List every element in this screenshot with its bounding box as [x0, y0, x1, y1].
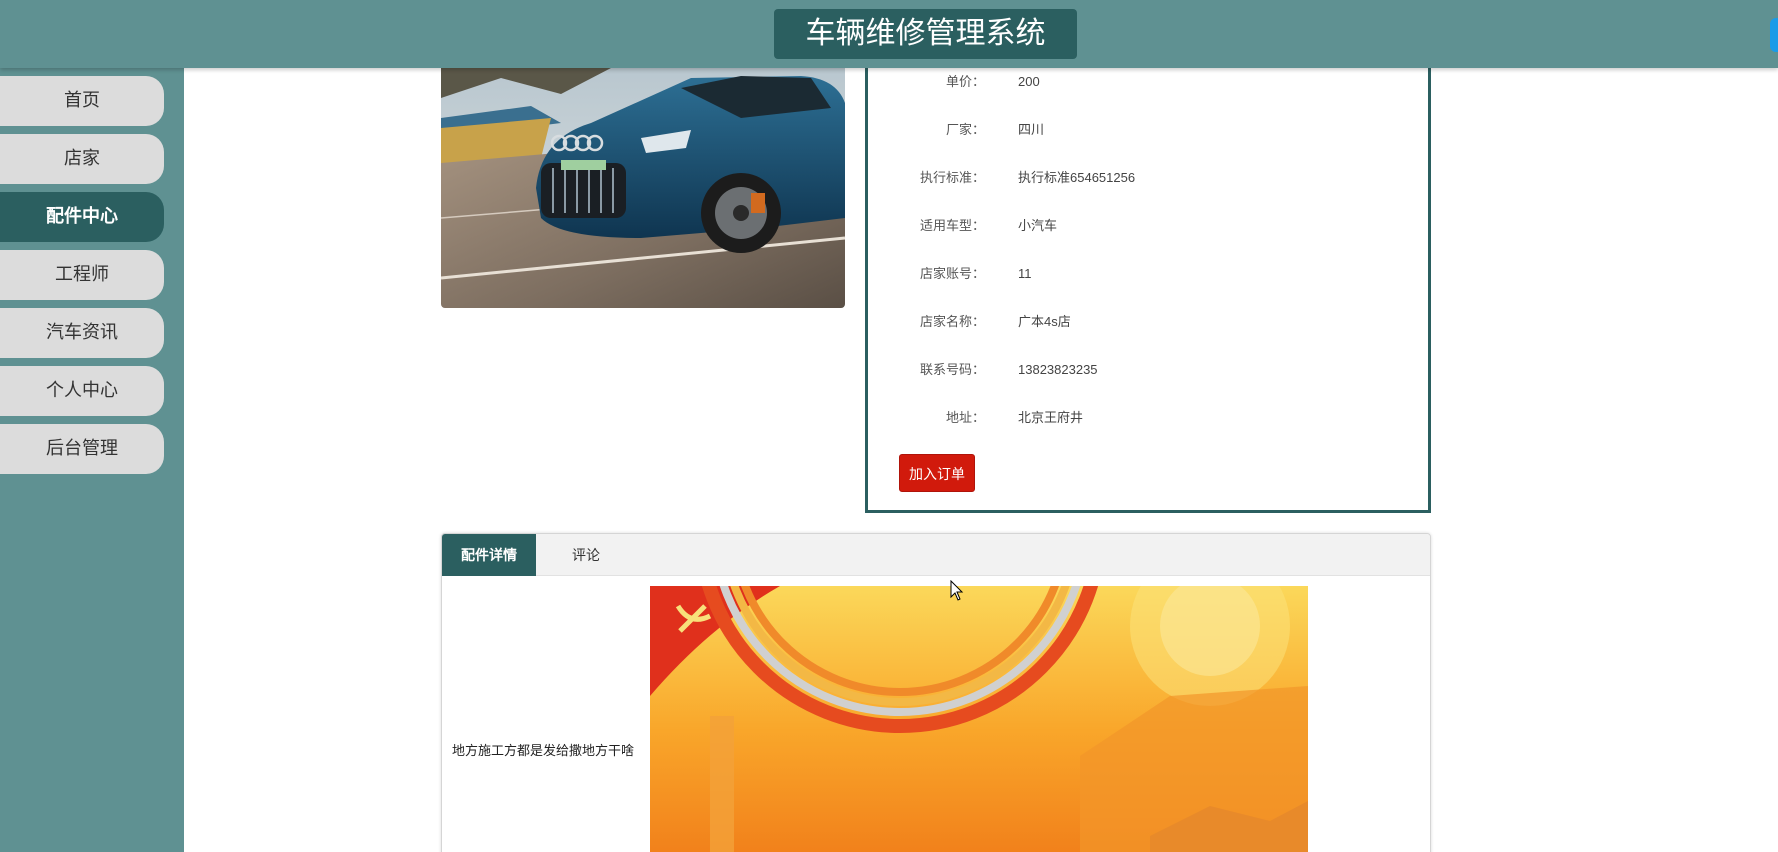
tab-comments[interactable]: 评论 — [536, 534, 636, 576]
field-value: 小汽车 — [1018, 218, 1058, 233]
field-label: 厂家： — [945, 122, 985, 137]
field-value: 北京王府井 — [1018, 410, 1084, 425]
field-label: 店家账号： — [919, 266, 985, 281]
field-label: 地址： — [945, 410, 985, 425]
field-manufacturer: 厂家： 四川 — [868, 120, 1428, 140]
field-vehicle-type: 适用车型： 小汽车 — [868, 216, 1428, 236]
sidebar-nav: 首页 店家 配件中心 工程师 汽车资讯 个人中心 后台管理 — [0, 68, 184, 852]
detail-description: 地方施工方都是发给撒地方干啥 — [452, 743, 635, 758]
sidebar-item-engineers[interactable]: 工程师 — [0, 250, 164, 300]
field-value: 广本4s店 — [1018, 314, 1071, 329]
sidebar-item-car-news[interactable]: 汽车资讯 — [0, 308, 164, 358]
field-value: 11 — [1018, 266, 1032, 281]
add-to-order-button[interactable]: 加入订单 — [899, 454, 975, 492]
field-value: 执行标准654651256 — [1018, 170, 1136, 185]
field-label: 联系号码： — [919, 362, 985, 377]
sidebar-item-admin[interactable]: 后台管理 — [0, 424, 164, 474]
sidebar-item-home[interactable]: 首页 — [0, 76, 164, 126]
detail-tab-panel: 配件详情 评论 地方施工方都是发给撒地方干啥 — [441, 533, 1431, 852]
product-image — [441, 68, 845, 308]
sidebar-item-shops[interactable]: 店家 — [0, 134, 164, 184]
field-label: 单价： — [945, 74, 985, 89]
sidebar-item-profile[interactable]: 个人中心 — [0, 366, 164, 416]
field-label: 执行标准： — [919, 170, 985, 185]
field-unit-price: 单价： 200 — [868, 72, 1428, 92]
field-standard: 执行标准： 执行标准654651256 — [868, 168, 1428, 188]
field-phone: 联系号码： 13823823235 — [868, 360, 1428, 380]
field-value: 四川 — [1018, 122, 1045, 137]
field-value: 200 — [1018, 74, 1040, 89]
field-shop-account: 店家账号： 11 — [868, 264, 1428, 284]
top-header: 车辆维修管理系统 — [0, 0, 1778, 68]
product-info-panel: 单价： 200 厂家： 四川 执行标准： 执行标准654651256 适用车型：… — [865, 60, 1431, 513]
tab-bar: 配件详情 评论 — [442, 534, 1430, 576]
sidebar-item-parts-center[interactable]: 配件中心 — [0, 192, 164, 242]
field-shop-name: 店家名称： 广本4s店 — [868, 312, 1428, 332]
tab-parts-detail[interactable]: 配件详情 — [442, 534, 536, 576]
mouse-cursor-icon — [950, 580, 964, 601]
detail-banner-image — [650, 586, 1308, 852]
system-title: 车辆维修管理系统 — [774, 9, 1077, 59]
side-widget-tab[interactable] — [1770, 18, 1778, 52]
field-value: 13823823235 — [1018, 362, 1098, 377]
field-label: 店家名称： — [919, 314, 985, 329]
field-label: 适用车型： — [919, 218, 985, 233]
field-address: 地址： 北京王府井 — [868, 408, 1428, 428]
